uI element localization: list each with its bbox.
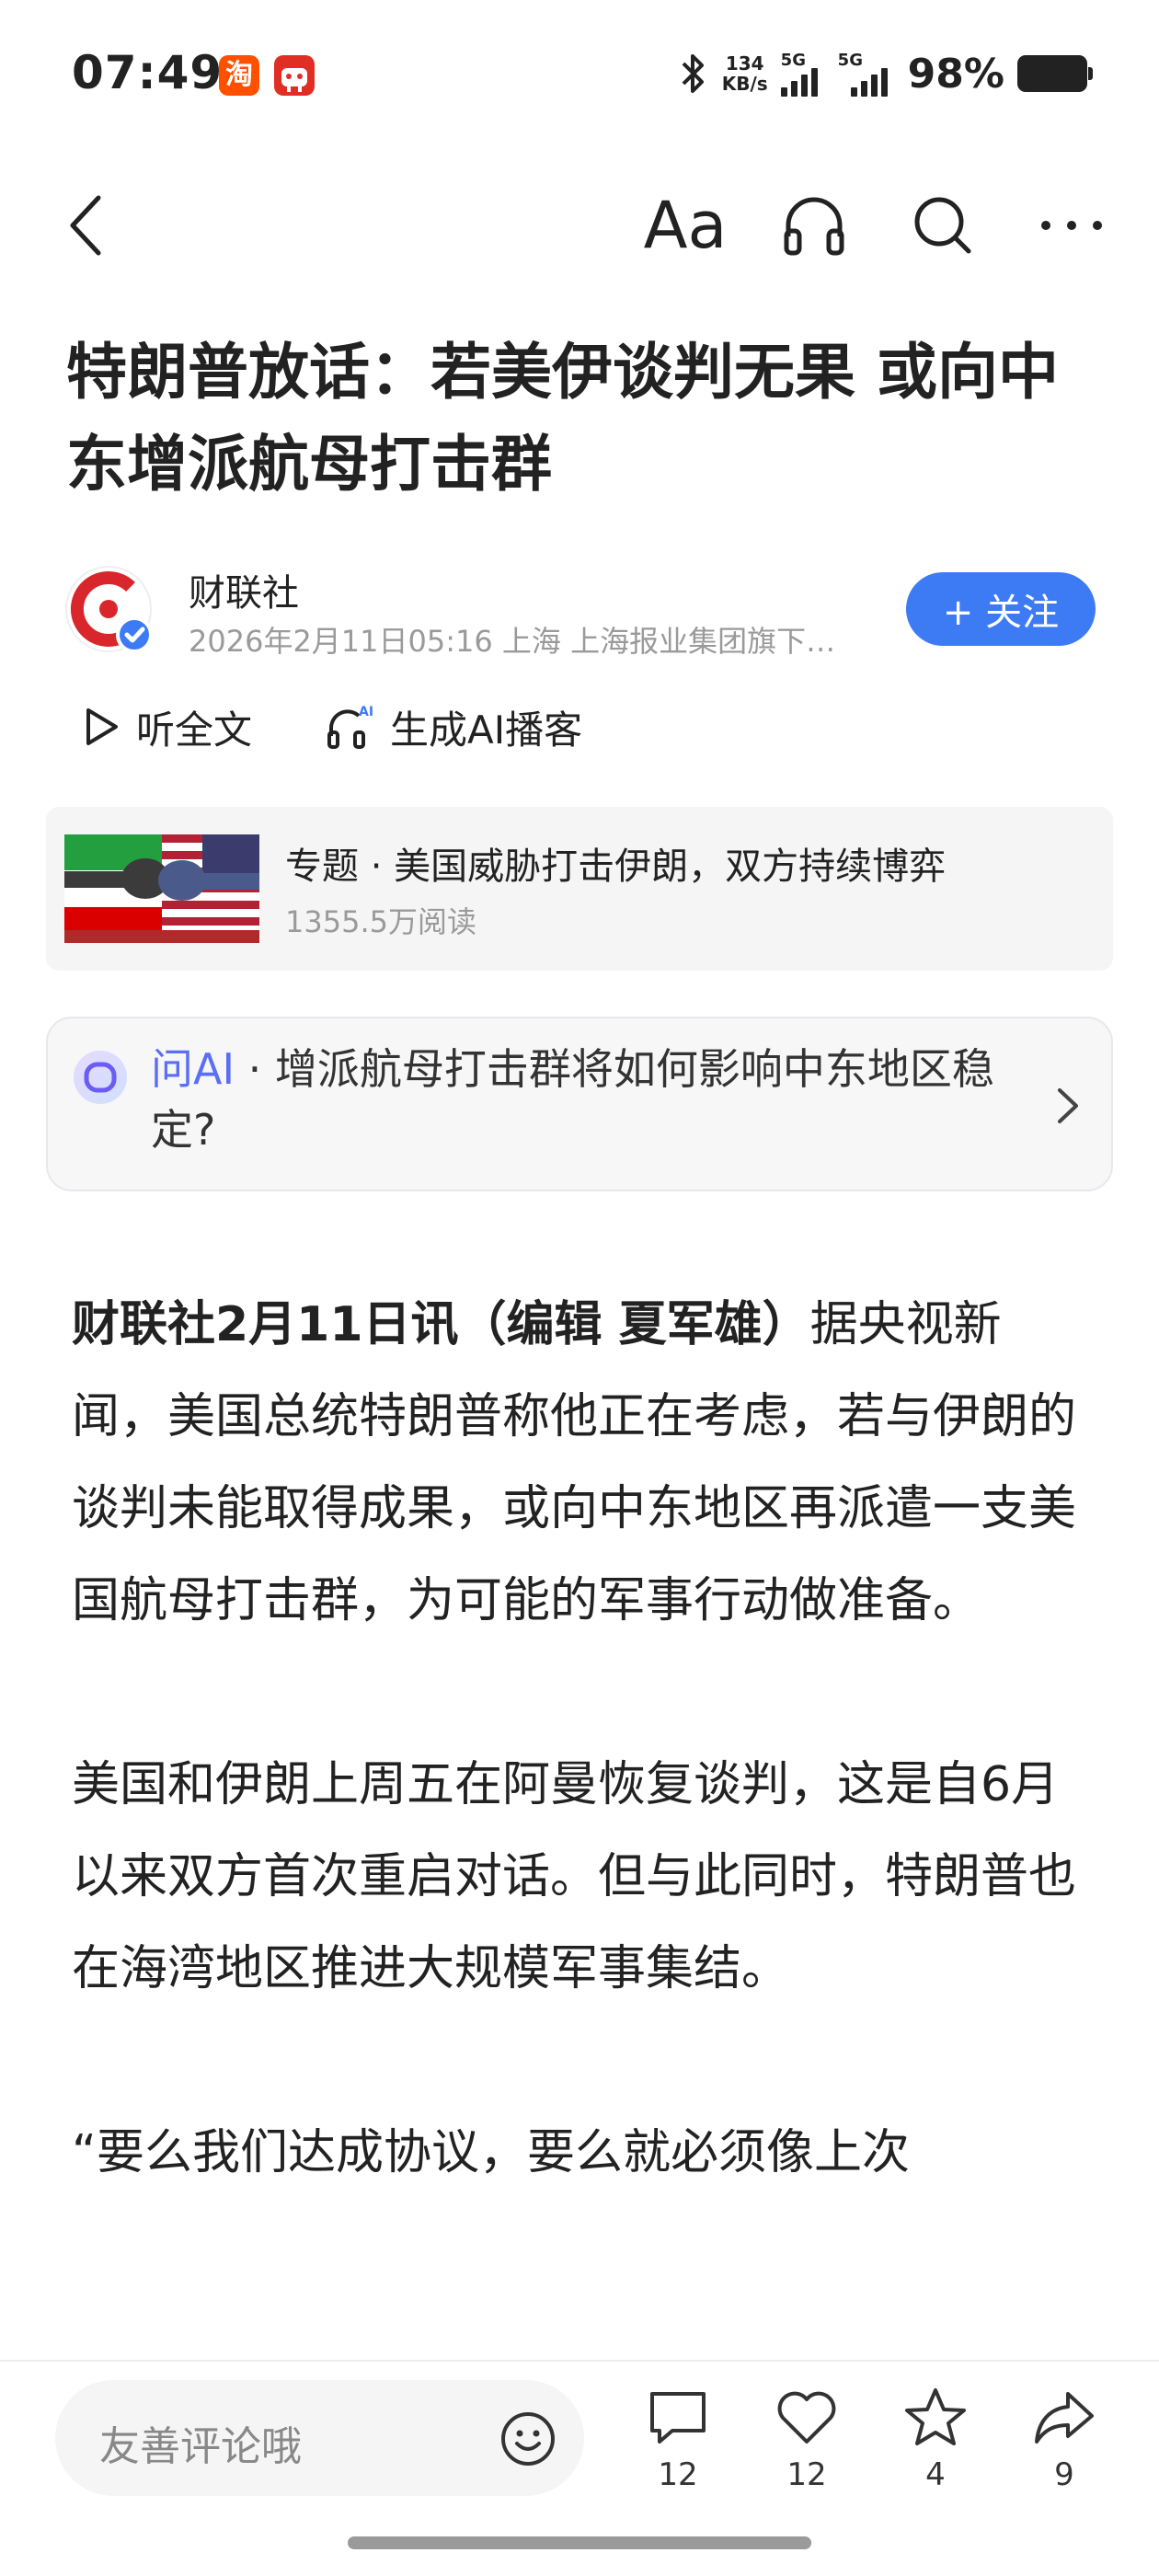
share-count: 9 — [1054, 2456, 1074, 2493]
audio-actions: 听全文 AI 生成AI播客 — [83, 695, 582, 759]
ask-ai-question: 问AI · 增派航母打击群将如何影响中东地区稳定? — [151, 1039, 1034, 1160]
font-size-button[interactable]: Aa — [643, 184, 728, 267]
comment-count: 12 — [658, 2456, 698, 2493]
topic-title: 专题 · 美国威胁打击伊朗，双方持续博弈 — [285, 845, 947, 888]
signal-icon-2: 5G — [838, 51, 895, 97]
status-bar: 07:49 淘 134 KB/s 5G 5G 98% — [0, 0, 1159, 152]
topic-read-count: 1355.5万阅读 — [285, 904, 476, 939]
status-time: 07:49 — [72, 46, 224, 99]
taobao-app-icon: 淘 — [219, 55, 259, 96]
ask-ai-card[interactable]: 问AI · 增派航母打击群将如何影响中东地区稳定? — [46, 1017, 1113, 1191]
play-icon — [86, 708, 118, 745]
favorite-button[interactable]: 4 — [889, 2385, 981, 2493]
share-button[interactable]: 9 — [1018, 2385, 1110, 2493]
emoji-icon[interactable] — [499, 2410, 557, 2467]
like-button[interactable]: 12 — [761, 2385, 853, 2493]
author-name[interactable]: 财联社 — [189, 563, 299, 616]
home-indicator[interactable] — [348, 2536, 811, 2549]
listen-button[interactable] — [773, 184, 855, 267]
article-paragraph: “要么我们达成协议，要么就必须像上次 — [72, 2125, 910, 2180]
share-icon — [1035, 2392, 1094, 2444]
comment-button[interactable]: 12 — [632, 2385, 724, 2493]
search-icon — [914, 197, 971, 254]
ask-ai-brand: 问AI — [151, 1044, 235, 1094]
follow-button[interactable]: + 关注 — [906, 572, 1096, 646]
network-speed: 134 KB/s — [721, 52, 768, 95]
article-title: 特朗普放话：若美伊谈判无果 或向中东增派航母打击群 — [66, 337, 1059, 500]
search-button[interactable] — [901, 184, 984, 267]
font-size-icon: Aa — [643, 188, 728, 263]
generate-ai-podcast-button[interactable]: AI 生成AI播客 — [326, 699, 582, 755]
heart-icon — [777, 2391, 836, 2444]
listen-full-text-button[interactable]: 听全文 — [83, 699, 252, 755]
signal-icon: 5G — [780, 51, 825, 97]
ai-headphones-icon: AI — [327, 705, 373, 749]
ai-assistant-icon — [74, 1051, 127, 1104]
cls-logo-icon — [65, 566, 153, 653]
topic-thumbnail — [64, 834, 259, 943]
comment-icon — [650, 2392, 706, 2444]
article-paragraph: 美国和伊朗上周五在阿曼恢复谈判，这是自6月以来双方首次重启对话。但与此同时，特朗… — [72, 1757, 1077, 1996]
pinduoduo-app-icon — [274, 55, 315, 96]
star-icon — [905, 2388, 966, 2445]
ask-ai-question-text: · 增派航母打击群将如何影响中东地区稳定? — [151, 1044, 994, 1155]
back-icon — [70, 195, 101, 256]
article-toolbar: Aa — [0, 175, 1159, 276]
author-avatar[interactable] — [63, 563, 155, 655]
back-button[interactable] — [44, 184, 127, 267]
battery-percent: 98% — [907, 50, 1004, 98]
bluetooth-icon — [682, 54, 704, 93]
article-meta: 2026年2月11日05:16 上海 上海报业集团旗下… — [189, 624, 836, 659]
article-paragraph: 财联社2月11日讯（编辑 夏军雄）据央视新闻，美国总统特朗普称他正在考虑，若与伊… — [72, 1297, 1077, 1628]
article-lead: 财联社2月11日讯（编辑 夏军雄） — [72, 1297, 810, 1352]
headphones-icon — [784, 197, 844, 256]
comment-placeholder: 友善评论哦 — [99, 2423, 302, 2470]
article-body: 财联社2月11日讯（编辑 夏军雄）据央视新闻，美国总统特朗普称他正在考虑，若与伊… — [72, 1279, 1093, 2291]
status-indicators: 134 KB/s 5G 5G 98% — [678, 48, 1093, 99]
more-button[interactable] — [1030, 184, 1113, 267]
like-count: 12 — [786, 2456, 827, 2493]
chevron-right-icon — [1058, 1088, 1078, 1123]
comment-input[interactable]: 友善评论哦 — [55, 2380, 584, 2496]
topic-card[interactable]: 专题 · 美国威胁打击伊朗，双方持续博弈 1355.5万阅读 — [46, 807, 1113, 971]
battery-icon — [1017, 55, 1093, 92]
more-icon — [1041, 221, 1102, 230]
svg-text:AI: AI — [359, 705, 373, 719]
favorite-count: 4 — [925, 2456, 946, 2493]
